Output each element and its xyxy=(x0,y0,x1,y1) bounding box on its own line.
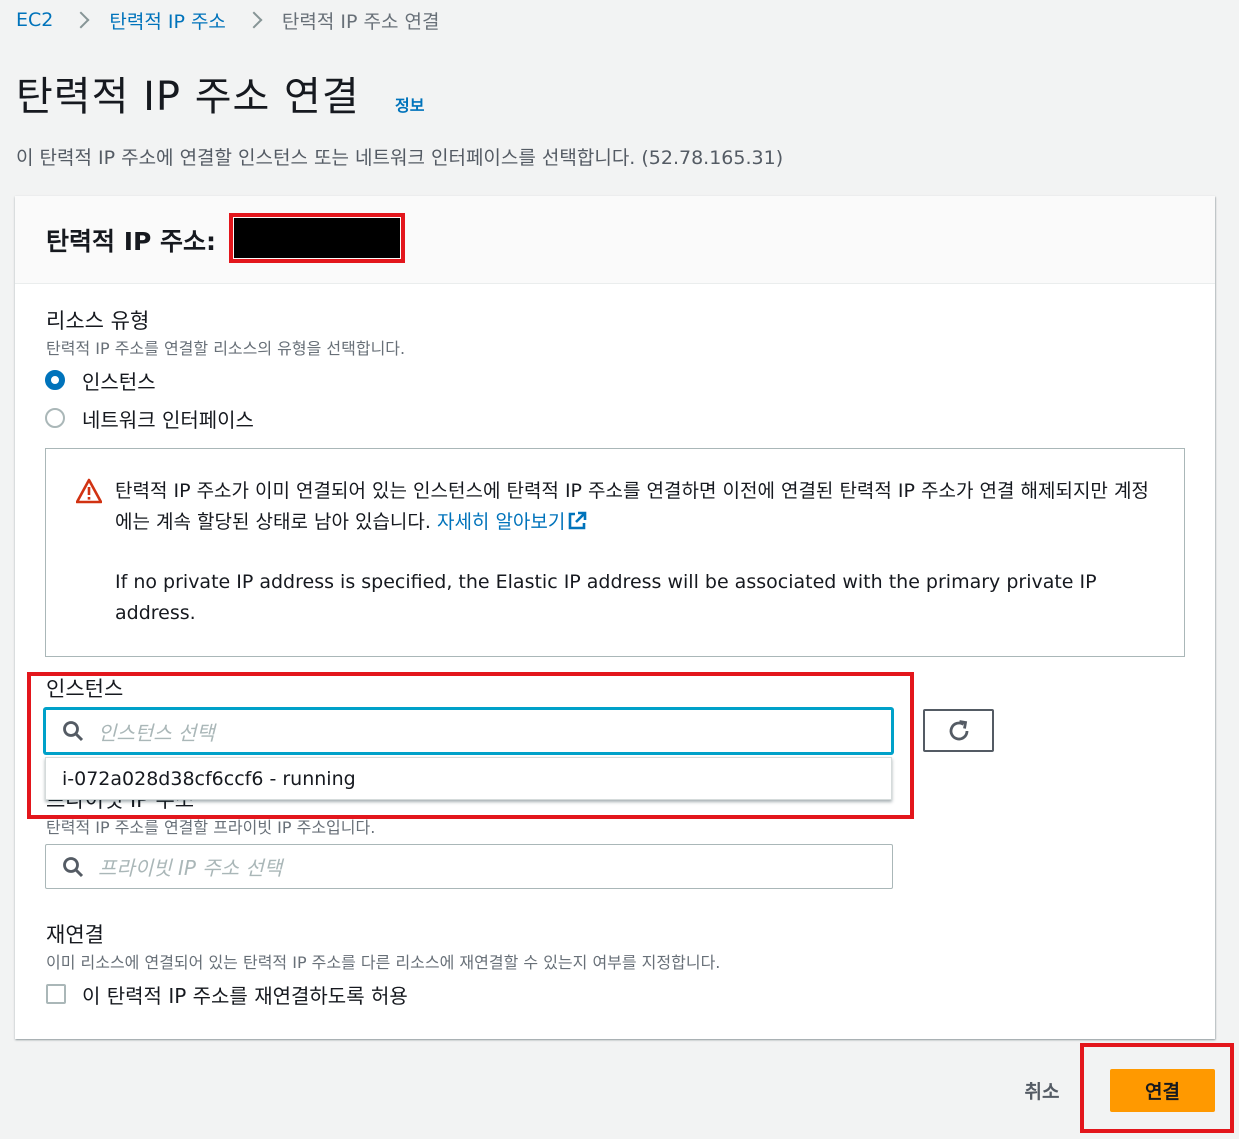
radio-instance-label[interactable]: 인스턴스 xyxy=(82,366,156,395)
highlight-box-instance xyxy=(27,672,914,819)
resource-type-label: 리소스 유형 xyxy=(46,309,150,333)
refresh-button[interactable] xyxy=(923,709,994,752)
highlight-box-ip xyxy=(229,213,405,263)
resource-type-description: 탄력적 IP 주소를 연결할 리소스의 유형을 선택합니다. xyxy=(46,339,406,358)
chevron-right-icon xyxy=(245,11,263,29)
info-link[interactable]: 정보 xyxy=(395,92,424,116)
private-ip-select[interactable]: 프라이빗 IP 주소 선택 xyxy=(45,844,893,889)
alert-note: If no private IP address is specified, t… xyxy=(115,571,1097,624)
warning-icon xyxy=(76,478,102,504)
allow-reassociation-label[interactable]: 이 탄력적 IP 주소를 재연결하도록 허용 xyxy=(82,980,408,1009)
private-ip-placeholder: 프라이빗 IP 주소 선택 xyxy=(98,856,283,880)
highlight-box-associate xyxy=(1080,1043,1234,1133)
search-icon xyxy=(63,856,84,877)
radio-network-interface-label[interactable]: 네트워크 인터페이스 xyxy=(82,404,254,433)
reassociation-label: 재연결 xyxy=(46,923,104,947)
allow-reassociation-checkbox[interactable] xyxy=(46,984,66,1004)
breadcrumb-current: 탄력적 IP 주소 연결 xyxy=(281,10,440,33)
breadcrumb: EC2 탄력적 IP 주소 탄력적 IP 주소 연결 xyxy=(16,6,439,34)
alert-content: 탄력적 IP 주소가 이미 연결되어 있는 인스턴스에 탄력적 IP 주소를 연… xyxy=(115,476,1155,629)
radio-instance[interactable] xyxy=(45,370,65,390)
learn-more-link[interactable]: 자세히 알아보기 xyxy=(437,511,587,533)
panel-header-title: 탄력적 IP 주소: xyxy=(46,227,217,256)
chevron-right-icon xyxy=(72,11,90,29)
page-title: 탄력적 IP 주소 연결 xyxy=(16,74,360,120)
cancel-button[interactable]: 취소 xyxy=(1010,1071,1074,1109)
reassociation-description: 이미 리소스에 연결되어 있는 탄력적 IP 주소를 다른 리소스에 재연결할 … xyxy=(46,953,721,972)
breadcrumb-ec2[interactable]: EC2 xyxy=(16,9,53,31)
alert-message: 탄력적 IP 주소가 이미 연결되어 있는 인스턴스에 탄력적 IP 주소를 연… xyxy=(115,480,1149,533)
breadcrumb-elastic-ips[interactable]: 탄력적 IP 주소 xyxy=(109,7,226,34)
radio-network-interface[interactable] xyxy=(45,408,65,428)
refresh-icon xyxy=(949,719,968,740)
page-description: 이 탄력적 IP 주소에 연결할 인스턴스 또는 네트워크 인터페이스를 선택합… xyxy=(16,147,784,169)
external-link-icon xyxy=(569,511,587,530)
